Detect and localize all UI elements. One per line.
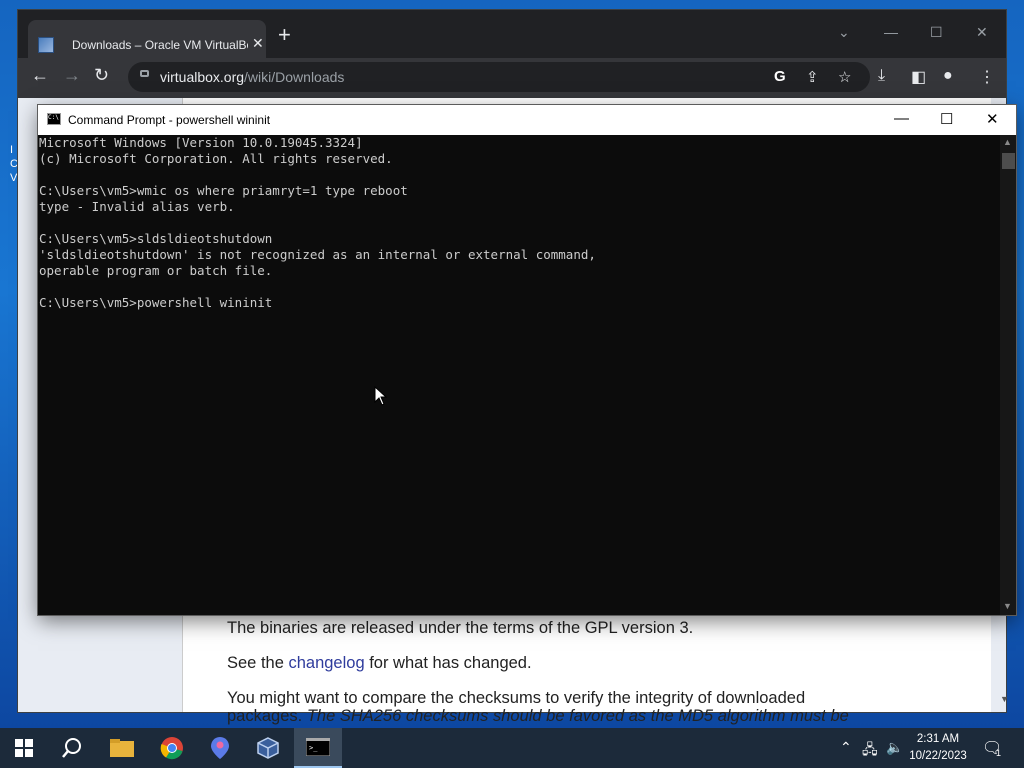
time: 2:31 AM	[916, 733, 960, 745]
search-icon	[62, 738, 81, 758]
map-pin-icon	[211, 737, 229, 759]
folder-icon	[110, 739, 134, 757]
cmd-taskbar-icon: >_	[306, 738, 330, 756]
minimize-icon[interactable]: —	[884, 24, 898, 40]
url-text[interactable]: virtualbox.org/wiki/Downloads	[160, 69, 344, 85]
cmd-scrollbar[interactable]: ▲ ▼	[1000, 135, 1016, 615]
command-prompt-taskbar-button[interactable]: >_	[294, 728, 342, 768]
search-button[interactable]	[48, 728, 96, 768]
console-line: 'sldsldieotshutdown' is not recognized a…	[39, 247, 596, 262]
tab-strip: Downloads – Oracle VM VirtualBox ✕ + ⌄ —…	[18, 10, 1006, 58]
console-line: C:\Users\vm5>sldsldieotshutdown	[39, 231, 273, 246]
checksum-text-2: packages. The SHA256 checksums should be…	[227, 707, 849, 725]
chevron-up-icon[interactable]: ⌃	[840, 739, 852, 756]
start-button[interactable]	[0, 728, 48, 768]
checksum-text: You might want to compare the checksums …	[227, 689, 806, 707]
virtualbox-cube-icon	[257, 737, 279, 759]
taskbar: >_ ⌃ 🖧 🔈 2:31 AM 10/22/2023 🗨 1	[0, 728, 1024, 768]
menu-icon[interactable]: ⋮	[979, 67, 995, 87]
console-line: operable program or batch file.	[39, 263, 273, 278]
chrome-button[interactable]	[148, 728, 196, 768]
virtualbox-button[interactable]	[244, 728, 292, 768]
mouse-pointer-icon	[374, 386, 388, 406]
license-text: The binaries are released under the term…	[227, 619, 694, 637]
virtualbox-favicon-icon	[38, 37, 54, 53]
cmd-close-icon[interactable]: ✕	[986, 110, 999, 128]
tab-downloads[interactable]: Downloads – Oracle VM VirtualBox ✕	[28, 20, 266, 58]
share-icon[interactable]: ⇪	[806, 68, 819, 86]
tab-search-icon[interactable]: ⌄	[838, 24, 850, 41]
cmd-minimize-icon[interactable]: —	[894, 110, 909, 127]
address-bar[interactable]: virtualbox.org/wiki/Downloads G ⇪ ☆	[128, 62, 870, 92]
console-line: C:\Users\vm5>wmic os where priamryt=1 ty…	[39, 183, 408, 198]
maps-app-button[interactable]	[196, 728, 244, 768]
console-line: Microsoft Windows [Version 10.0.19045.33…	[39, 135, 363, 150]
network-icon[interactable]: 🖧	[862, 739, 878, 763]
notification-count: 1	[996, 748, 1002, 758]
cmd-maximize-icon[interactable]: ☐	[940, 110, 953, 128]
tab-title: Downloads – Oracle VM VirtualBox	[72, 38, 248, 52]
download-icon[interactable]: ⤓	[878, 67, 885, 85]
cmd-title-bar[interactable]: C:\ Command Prompt - powershell wininit …	[38, 105, 1016, 135]
svg-text:>_: >_	[309, 744, 318, 752]
cmd-title: Command Prompt - powershell wininit	[68, 113, 271, 127]
console-line: type - Invalid alias verb.	[39, 199, 235, 214]
changelog-link[interactable]: changelog	[288, 654, 364, 672]
chrome-icon	[160, 737, 183, 760]
cmd-icon: C:\	[47, 113, 61, 125]
browser-toolbar: ← → ↻ virtualbox.org/wiki/Downloads G ⇪ …	[18, 58, 1006, 98]
new-tab-icon[interactable]: +	[278, 24, 291, 46]
clock[interactable]: 2:31 AM 10/22/2023	[900, 731, 976, 765]
console-output[interactable]: Microsoft Windows [Version 10.0.19045.33…	[39, 135, 999, 611]
scroll-up-icon[interactable]: ▲	[1003, 137, 1012, 147]
command-prompt-window: C:\ Command Prompt - powershell wininit …	[38, 105, 1016, 615]
close-icon[interactable]: ✕	[252, 35, 264, 52]
reload-icon[interactable]: ↻	[94, 65, 109, 86]
back-icon[interactable]: ←	[31, 65, 49, 86]
forward-icon[interactable]: →	[63, 65, 81, 86]
changelog-paragraph: See the changelog for what has changed.	[227, 654, 532, 672]
maximize-icon[interactable]: ☐	[930, 24, 943, 41]
google-lens-icon[interactable]: G	[774, 68, 786, 85]
bookmark-star-icon[interactable]: ☆	[838, 68, 851, 86]
close-window-icon[interactable]: ✕	[976, 24, 988, 41]
lock-icon	[140, 70, 149, 77]
scroll-down-icon[interactable]: ▼	[1003, 601, 1012, 611]
scrollbar-thumb[interactable]	[1002, 153, 1015, 169]
desktop-icon-fragment[interactable]: ICV	[10, 143, 18, 185]
date: 10/22/2023	[909, 750, 967, 762]
side-panel-icon[interactable]: ◧	[911, 67, 926, 87]
profile-icon[interactable]: ●	[943, 67, 953, 85]
console-line: C:\Users\vm5>powershell wininit	[39, 295, 273, 310]
console-line: (c) Microsoft Corporation. All rights re…	[39, 151, 393, 166]
page-scroll-down-icon[interactable]: ▼	[1000, 694, 1009, 704]
file-explorer-button[interactable]	[98, 728, 146, 768]
windows-logo-icon	[15, 739, 33, 757]
